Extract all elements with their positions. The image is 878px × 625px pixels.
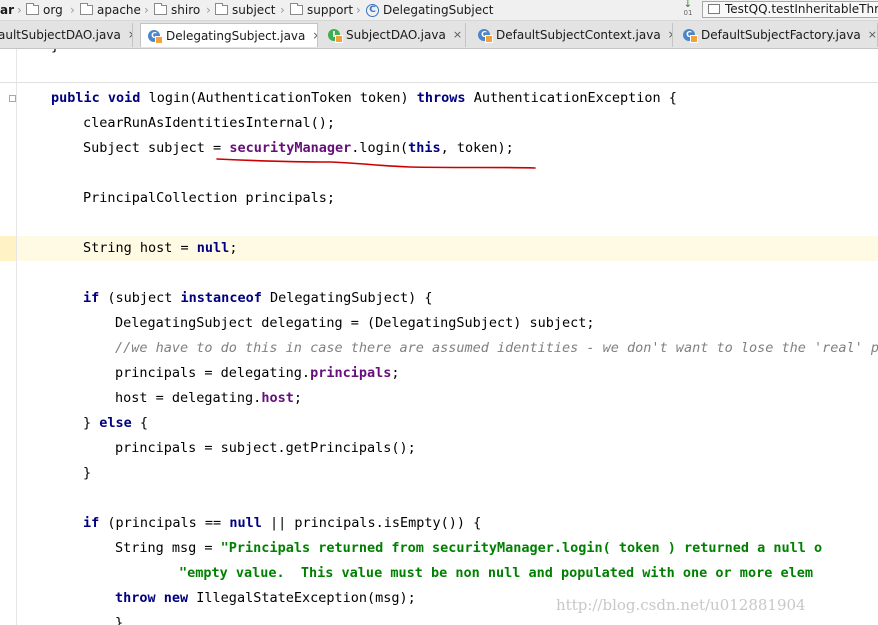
folder-icon	[290, 3, 303, 15]
breadcrumb-label: shiro	[171, 3, 201, 17]
tab-subjectdao[interactable]: I SubjectDAO.java ×	[318, 23, 466, 47]
breadcrumb-separator-icon: ›	[70, 3, 75, 17]
tab-delegatingsubject[interactable]: C DelegatingSubject.java ×	[140, 23, 318, 47]
code-line: if (principals == null || principals.isE…	[83, 515, 482, 531]
code-line: DelegatingSubject delegating = (Delegati…	[115, 315, 595, 331]
watermark-text: http://blog.csdn.net/u012881904	[556, 596, 806, 614]
folder-icon	[154, 3, 167, 15]
code-line: principals = delegating.principals;	[115, 365, 400, 381]
java-class-icon: C	[478, 28, 493, 43]
tab-defaultsubjectcontext[interactable]: C DefaultSubjectContext.java ×	[466, 23, 673, 47]
code-line: PrincipalCollection principals;	[83, 190, 335, 206]
breadcrumb-separator-icon: ›	[144, 3, 149, 17]
breadcrumb-separator-icon: ›	[206, 3, 211, 17]
code-line: throw new IllegalStateException(msg);	[115, 590, 416, 606]
navigation-bar: ar › org › apache › shiro › subject › su…	[0, 0, 878, 21]
breadcrumb-item-apache[interactable]: apache	[80, 0, 141, 20]
folder-icon	[26, 3, 39, 15]
breadcrumb-item-shiro[interactable]: shiro	[154, 0, 200, 20]
vcs-update-icon[interactable]: ↓ 01	[681, 0, 695, 18]
code-line: }	[51, 49, 59, 59]
breadcrumb-label: ar	[0, 3, 15, 17]
gutter-current-line	[0, 236, 16, 261]
code-line: } else {	[83, 415, 149, 431]
code-line: String host = null;	[83, 240, 238, 256]
code-line: //we have to do this in case there are a…	[115, 340, 878, 356]
breadcrumb-label: support	[307, 3, 354, 17]
tab-label: DefaultSubjectFactory.java	[701, 28, 861, 42]
code-line: }	[115, 615, 124, 625]
code-line: clearRunAsIdentitiesInternal();	[83, 115, 335, 131]
java-class-icon: C	[683, 28, 698, 43]
tab-label: SubjectDAO.java	[346, 28, 446, 42]
tab-defaultsubjectdao[interactable]: aultSubjectDAO.java ×	[0, 23, 133, 47]
tab-defaultsubjectfactory[interactable]: C DefaultSubjectFactory.java ×	[673, 23, 878, 47]
code-line: principals = subject.getPrincipals();	[115, 440, 416, 456]
run-configuration-label: TestQQ.testInheritableThre	[725, 2, 878, 16]
folder-icon	[80, 3, 93, 15]
code-line: if (subject instanceof DelegatingSubject…	[83, 290, 433, 306]
code-line: Subject subject = securityManager.login(…	[83, 140, 514, 156]
tab-label: DefaultSubjectContext.java	[496, 28, 661, 42]
breadcrumb-separator-icon: ›	[356, 3, 361, 17]
breadcrumb-item-org[interactable]: org	[26, 0, 63, 20]
breadcrumb-item-subject[interactable]: subject	[215, 0, 276, 20]
fold-toggle-icon[interactable]	[9, 95, 16, 102]
breadcrumb-label: subject	[232, 3, 276, 17]
folder-icon	[215, 3, 228, 15]
breadcrumb-separator-icon: ›	[17, 3, 22, 17]
breadcrumb-item-jar[interactable]: ar	[0, 0, 14, 20]
run-configuration-selector[interactable]: TestQQ.testInheritableThre	[702, 1, 878, 18]
code-editor[interactable]: } public void login(AuthenticationToken …	[0, 49, 878, 625]
tab-label: DelegatingSubject.java	[166, 28, 306, 43]
code-line: public void login(AuthenticationToken to…	[51, 90, 677, 106]
breadcrumb-label: org	[43, 3, 63, 17]
tab-label: aultSubjectDAO.java	[0, 28, 121, 42]
close-icon[interactable]: ×	[128, 23, 132, 47]
gutter-divider	[16, 49, 17, 625]
close-icon[interactable]: ×	[868, 23, 877, 47]
code-line: host = delegating.host;	[115, 390, 302, 406]
java-class-icon: C	[148, 29, 163, 44]
java-interface-icon: I	[328, 28, 343, 43]
code-line: }	[83, 465, 92, 481]
class-icon: C	[366, 3, 379, 17]
breadcrumb-separator-icon: ›	[280, 3, 285, 17]
editor-tab-bar: aultSubjectDAO.java × C DelegatingSubjec…	[0, 21, 878, 49]
close-icon[interactable]: ×	[453, 23, 462, 47]
code-line: "empty value. This value must be non nul…	[179, 565, 813, 581]
method-separator	[0, 82, 878, 83]
run-config-icon	[708, 4, 720, 14]
breadcrumb-label: apache	[97, 3, 141, 17]
code-line: String msg = "Principals returned from s…	[115, 540, 823, 556]
breadcrumb-item-delegatingsubject[interactable]: C DelegatingSubject	[366, 0, 493, 20]
breadcrumb-label: DelegatingSubject	[383, 3, 494, 17]
breadcrumb-item-support[interactable]: support	[290, 0, 353, 20]
